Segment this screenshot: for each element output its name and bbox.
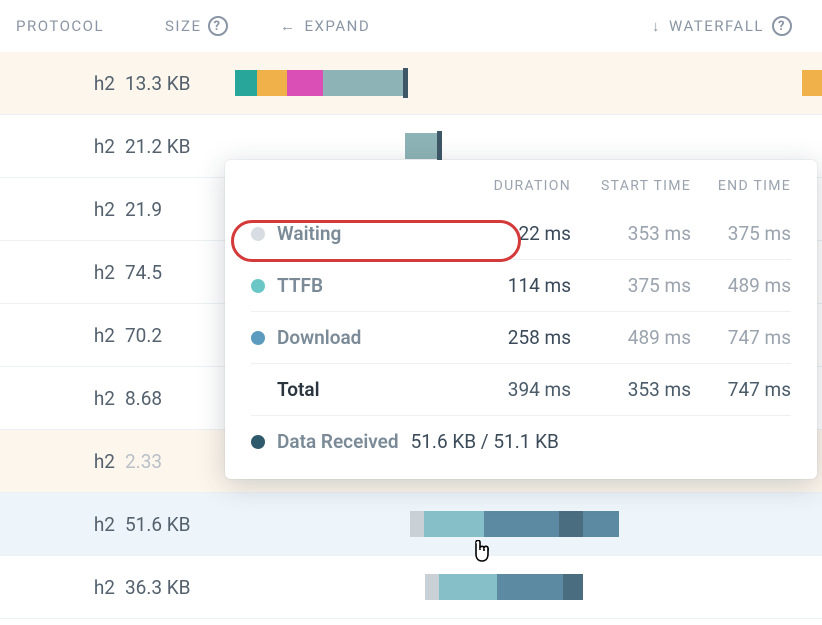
tooltip-row-ttfb: TTFB 114 ms 375 ms 489 ms bbox=[251, 260, 791, 312]
col-header-protocol[interactable]: PROTOCOL bbox=[10, 17, 165, 35]
tooltip-col-duration: DURATION bbox=[451, 178, 571, 194]
cell-protocol: h2 bbox=[10, 513, 125, 536]
dot-icon bbox=[251, 331, 265, 345]
arrow-down-icon: ↓ bbox=[652, 17, 661, 35]
tooltip-end: 747 ms bbox=[691, 326, 791, 349]
help-icon[interactable]: ? bbox=[772, 16, 792, 36]
cell-size: 70.2 bbox=[125, 324, 235, 347]
waterfall-bar[interactable] bbox=[235, 70, 822, 96]
help-icon[interactable]: ? bbox=[208, 16, 228, 36]
tooltip-row-download: Download 258 ms 489 ms 747 ms bbox=[251, 312, 791, 364]
dot-icon bbox=[251, 279, 265, 293]
tooltip-end: 375 ms bbox=[691, 222, 791, 245]
tooltip-label: Download bbox=[277, 326, 361, 349]
tooltip-header: DURATION START TIME END TIME bbox=[251, 178, 791, 194]
dot-icon bbox=[251, 435, 265, 449]
cell-size: 8.68 bbox=[125, 387, 235, 410]
table-row[interactable]: h2 36.3 KB bbox=[0, 556, 822, 619]
pointer-cursor-icon bbox=[470, 540, 492, 572]
tooltip-row-total: Total 394 ms 353 ms 747 ms bbox=[251, 364, 791, 416]
tooltip-duration: 394 ms bbox=[451, 378, 571, 401]
col-header-size[interactable]: SIZE ? bbox=[165, 16, 280, 36]
col-header-waterfall[interactable]: ↓ WATERFALL ? bbox=[652, 16, 812, 36]
waterfall-bar[interactable] bbox=[235, 133, 822, 159]
waterfall-tooltip: DURATION START TIME END TIME Waiting 22 … bbox=[225, 160, 817, 479]
waterfall-label: WATERFALL bbox=[669, 17, 764, 35]
cell-protocol: h2 bbox=[10, 576, 125, 599]
col-header-size-label: SIZE bbox=[165, 17, 202, 35]
table-row[interactable]: h2 13.3 KB bbox=[0, 52, 822, 115]
cell-protocol: h2 bbox=[10, 261, 125, 284]
cell-size: 21.9 bbox=[125, 198, 235, 221]
cell-protocol: h2 bbox=[10, 450, 125, 473]
cell-protocol: h2 bbox=[10, 72, 125, 95]
tooltip-label: TTFB bbox=[277, 274, 323, 297]
tooltip-duration: 22 ms bbox=[451, 222, 571, 245]
waterfall-bar[interactable] bbox=[235, 511, 822, 537]
tooltip-end: 489 ms bbox=[691, 274, 791, 297]
cell-protocol: h2 bbox=[10, 198, 125, 221]
cell-size: 13.3 KB bbox=[125, 72, 235, 95]
cell-protocol: h2 bbox=[10, 135, 125, 158]
cell-size: 74.5 bbox=[125, 261, 235, 284]
dot-icon bbox=[251, 227, 265, 241]
tooltip-col-end: END TIME bbox=[691, 178, 791, 194]
cell-protocol: h2 bbox=[10, 324, 125, 347]
waterfall-bar[interactable] bbox=[235, 574, 822, 600]
tooltip-duration: 258 ms bbox=[451, 326, 571, 349]
tooltip-start: 353 ms bbox=[571, 222, 691, 245]
tooltip-start: 375 ms bbox=[571, 274, 691, 297]
tooltip-end: 747 ms bbox=[691, 378, 791, 401]
tooltip-data-value: 51.6 KB / 51.1 KB bbox=[411, 430, 559, 453]
expand-label: EXPAND bbox=[305, 17, 371, 35]
cell-size: 51.6 KB bbox=[125, 513, 235, 536]
tooltip-row-waiting: Waiting 22 ms 353 ms 375 ms bbox=[251, 208, 791, 260]
tooltip-label: Total bbox=[277, 378, 320, 401]
tooltip-duration: 114 ms bbox=[451, 274, 571, 297]
tooltip-start: 489 ms bbox=[571, 326, 691, 349]
cell-protocol: h2 bbox=[10, 387, 125, 410]
tooltip-start: 353 ms bbox=[571, 378, 691, 401]
table-header: PROTOCOL SIZE ? ← EXPAND ↓ WATERFALL ? bbox=[0, 0, 822, 52]
expand-button[interactable]: ← EXPAND bbox=[280, 17, 370, 35]
table-row[interactable]: h2 51.6 KB bbox=[0, 493, 822, 556]
tooltip-label: Data Received bbox=[277, 430, 399, 453]
cell-size: 21.2 KB bbox=[125, 135, 235, 158]
tooltip-row-data-received: Data Received 51.6 KB / 51.1 KB bbox=[251, 416, 791, 453]
cell-size: 36.3 KB bbox=[125, 576, 235, 599]
tooltip-label: Waiting bbox=[277, 222, 341, 245]
arrow-left-icon: ← bbox=[280, 17, 297, 35]
tooltip-col-start: START TIME bbox=[571, 178, 691, 194]
cell-size: 2.33 bbox=[125, 450, 235, 473]
